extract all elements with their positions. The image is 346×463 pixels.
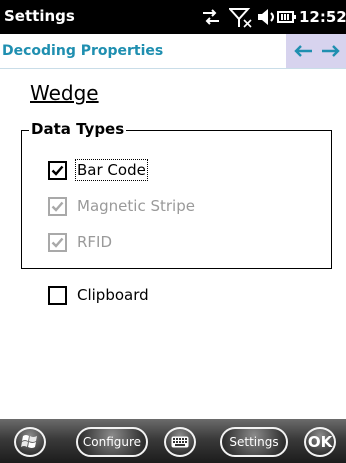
no-signal-icon[interactable] [227, 7, 253, 33]
magnetic-stripe-label[interactable]: Magnetic Stripe [76, 196, 196, 216]
configure-label: Configure [82, 435, 142, 449]
keyboard-button[interactable] [164, 427, 196, 457]
clipboard-checkbox[interactable] [48, 286, 67, 305]
wedge-link[interactable]: Wedge [30, 80, 99, 106]
rfid-label[interactable]: RFID [76, 232, 113, 252]
softkey-bar: Configure Settings OK [0, 419, 346, 463]
speaker-icon[interactable] [256, 7, 278, 31]
ok-button[interactable]: OK [304, 427, 336, 457]
clock[interactable]: 12:52 [299, 7, 346, 27]
arrow-right-icon[interactable] [320, 42, 342, 60]
clipboard-label[interactable]: Clipboard [76, 285, 150, 305]
screen: Settings 12:52 Decoding Properties Wedge… [0, 0, 346, 463]
bar-code-checkbox[interactable] [48, 161, 67, 180]
connectivity-icon[interactable] [200, 7, 222, 31]
title-bar: Decoding Properties [0, 34, 346, 69]
settings-label: Settings [229, 435, 279, 449]
settings-button[interactable]: Settings [220, 427, 288, 457]
ok-label: OK [307, 433, 333, 451]
start-button[interactable] [14, 427, 46, 457]
data-types-legend: Data Types [29, 119, 127, 139]
configure-button[interactable]: Configure [76, 427, 148, 457]
bar-code-label[interactable]: Bar Code [75, 159, 148, 181]
magnetic-stripe-checkbox[interactable] [48, 197, 67, 216]
page-navigation [286, 34, 346, 68]
status-title: Settings [4, 7, 75, 25]
status-bar: Settings 12:52 [0, 0, 346, 34]
page-title: Decoding Properties [2, 43, 164, 59]
arrow-left-icon[interactable] [292, 42, 314, 60]
battery-icon[interactable] [277, 7, 297, 31]
rfid-checkbox[interactable] [48, 233, 67, 252]
